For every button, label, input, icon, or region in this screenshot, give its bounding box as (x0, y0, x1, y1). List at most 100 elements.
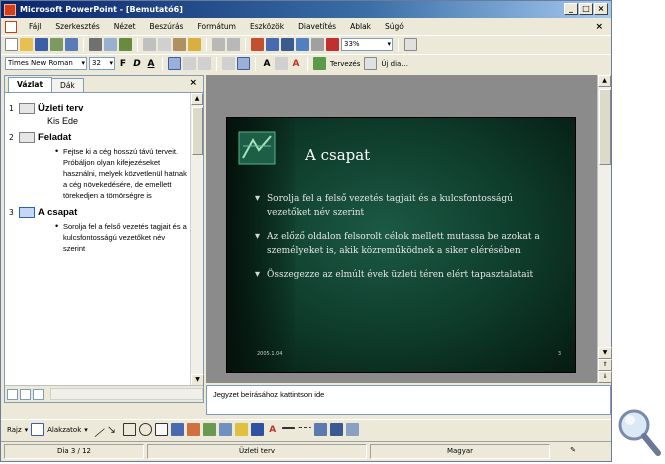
outline-slide-1[interactable]: 1 Üzleti terv (9, 103, 189, 114)
autoshapes-button[interactable]: Alakzatok (47, 426, 81, 434)
outline-slide-2[interactable]: 2 Feladat (9, 132, 189, 143)
redo-icon[interactable] (227, 38, 240, 51)
tab-slides[interactable]: Dák (51, 78, 84, 92)
scroll-up-icon[interactable]: ▲ (598, 75, 611, 87)
menu-window[interactable]: Ablak (343, 22, 378, 31)
scroll-down-icon[interactable]: ▼ (598, 347, 612, 359)
open-icon[interactable] (20, 38, 33, 51)
powerpoint-app-icon[interactable] (4, 3, 16, 16)
slide-canvas[interactable]: A csapat Sorolja fel a felső vezetés tag… (226, 117, 576, 373)
draw-menu-button[interactable]: Rajz (7, 426, 22, 434)
undo-icon[interactable] (212, 38, 225, 51)
color-grayscale-icon[interactable] (326, 38, 339, 51)
menu-format[interactable]: Formátum (190, 22, 243, 31)
dash-style-icon[interactable] (297, 426, 311, 433)
slide-sorter-icon[interactable] (20, 388, 31, 400)
outline-content[interactable]: 1 Üzleti terv Kis Ede 2 Feladat Fejtse k… (5, 93, 191, 386)
menu-view[interactable]: Nézet (107, 22, 143, 31)
spelling-icon[interactable] (119, 38, 132, 51)
show-formatting-icon[interactable] (311, 38, 324, 51)
decrease-indent-icon[interactable] (275, 57, 288, 70)
table-icon[interactable] (266, 38, 279, 51)
shadow-icon[interactable] (329, 423, 343, 436)
menu-slideshow[interactable]: Diavetítés (291, 22, 343, 31)
rectangle-icon[interactable] (122, 423, 136, 436)
align-right-icon[interactable] (198, 57, 211, 70)
italic-button[interactable]: D (131, 59, 143, 69)
menu-edit[interactable]: Szerkesztés (48, 22, 106, 31)
increase-font-button[interactable]: A (261, 59, 273, 69)
minimize-button[interactable]: _ (564, 3, 578, 15)
menu-file[interactable]: Fájl (22, 22, 48, 31)
diagram-icon[interactable] (186, 423, 200, 436)
email-icon[interactable] (65, 38, 78, 51)
scroll-up-icon[interactable]: ▲ (191, 93, 203, 105)
document-close-icon[interactable]: × (595, 22, 603, 32)
cut-icon[interactable] (143, 38, 156, 51)
slide-scrollbar[interactable]: ▲ ▼ ⇑ ⇓ (597, 75, 612, 383)
wordart-icon[interactable] (170, 423, 184, 436)
scroll-thumb[interactable] (192, 107, 203, 155)
scroll-thumb[interactable] (599, 89, 611, 165)
line-color-icon[interactable] (250, 423, 264, 436)
bullets-icon[interactable] (237, 57, 250, 70)
chart-icon[interactable] (251, 38, 264, 51)
print-icon[interactable] (89, 38, 102, 51)
textbox-icon[interactable] (154, 423, 168, 436)
tables-borders-icon[interactable] (281, 38, 294, 51)
document-icon[interactable] (5, 20, 17, 33)
slide-heading[interactable]: A csapat (305, 146, 370, 164)
3d-icon[interactable] (345, 423, 359, 436)
oval-icon[interactable] (138, 423, 152, 436)
draw-menu-chevron-icon[interactable]: ▾ (25, 426, 29, 434)
help-icon[interactable] (404, 38, 417, 51)
paste-icon[interactable] (173, 38, 186, 51)
print-preview-icon[interactable] (104, 38, 117, 51)
new-slide-button[interactable]: Új dia... (379, 60, 410, 68)
menu-insert[interactable]: Beszúrás (143, 22, 191, 31)
design-icon[interactable] (313, 57, 326, 70)
clipart-icon[interactable] (202, 423, 216, 436)
font-select[interactable]: Times New Roman (5, 57, 87, 70)
new-icon[interactable] (5, 38, 18, 51)
underline-button[interactable]: A (145, 59, 157, 69)
fill-color-icon[interactable] (234, 423, 248, 436)
design-button[interactable]: Tervezés (328, 60, 362, 68)
horizontal-scrollbar[interactable] (50, 388, 203, 400)
font-size-select[interactable]: 32 (89, 57, 115, 70)
magnifier-icon[interactable] (616, 405, 662, 461)
copy-icon[interactable] (158, 38, 171, 51)
align-left-icon[interactable] (168, 57, 181, 70)
arrow-icon[interactable]: ↘ (107, 423, 120, 436)
normal-view-icon[interactable] (7, 388, 18, 400)
previous-slide-icon[interactable]: ⇑ (598, 359, 612, 371)
outline-scrollbar[interactable]: ▲ ▼ (190, 93, 204, 386)
arrow-style-icon[interactable] (313, 423, 327, 436)
draw-font-color-button[interactable]: A (267, 425, 279, 435)
slideshow-view-icon[interactable] (33, 388, 44, 400)
maximize-button[interactable]: □ (579, 3, 593, 15)
save-icon[interactable] (35, 38, 48, 51)
line-style-icon[interactable] (281, 426, 295, 433)
pane-close-icon[interactable]: × (189, 78, 197, 88)
close-button[interactable]: × (594, 3, 608, 15)
bold-button[interactable]: F (117, 59, 129, 69)
menu-tools[interactable]: Eszközök (243, 22, 291, 31)
slide-body[interactable]: Sorolja fel a felső vezetés tagjait és a… (255, 192, 545, 292)
new-slide-icon[interactable] (364, 57, 378, 70)
next-slide-icon[interactable]: ⇓ (598, 371, 612, 383)
zoom-select[interactable]: 33% (341, 38, 393, 51)
permission-icon[interactable] (50, 38, 63, 51)
autoshapes-chevron-icon[interactable]: ▾ (84, 426, 88, 434)
notes-pane[interactable]: Jegyzet beírásához kattintson ide (206, 385, 611, 415)
picture-icon[interactable] (218, 423, 232, 436)
numbering-icon[interactable] (222, 57, 235, 70)
font-color-button[interactable]: A (290, 59, 302, 69)
tab-outline[interactable]: Vázlat (8, 77, 53, 92)
expand-all-icon[interactable] (296, 38, 309, 51)
align-center-icon[interactable] (183, 57, 196, 70)
format-painter-icon[interactable] (188, 38, 201, 51)
line-icon[interactable] (89, 422, 105, 437)
select-pointer-icon[interactable] (31, 423, 45, 436)
outline-slide-3[interactable]: 3 A csapat (9, 207, 189, 218)
